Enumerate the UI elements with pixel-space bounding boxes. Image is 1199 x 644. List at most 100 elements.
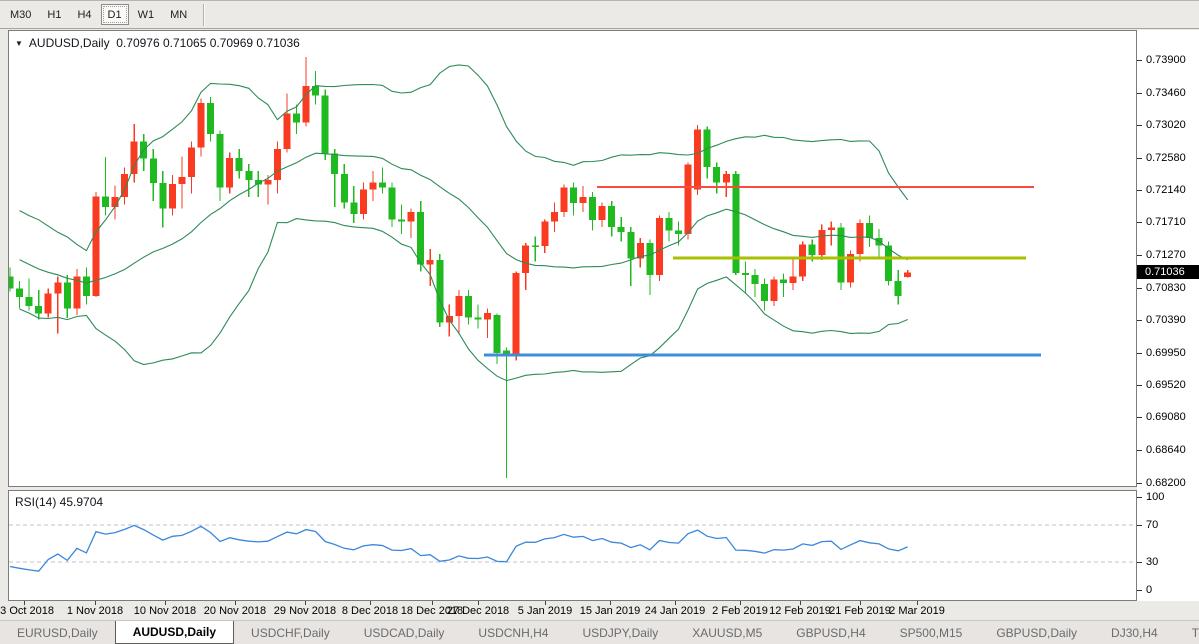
candle-body [742,273,749,275]
rsi-indicator-pane[interactable]: RSI(14) 45.9704 [8,490,1137,601]
price-axis-tickmark [1137,353,1142,354]
candlestick-chart[interactable] [9,31,1136,486]
chart-title-ohlc: 0.70976 0.71065 0.70969 0.71036 [116,36,300,50]
candle-body [150,159,157,183]
candle-body [226,158,233,188]
candle-body [656,218,663,275]
candle-body [83,276,90,295]
price-axis-tickmark [1137,158,1142,159]
date-axis-label: 10 Nov 2018 [125,605,205,617]
candle-body [675,231,682,235]
candle-body [417,212,424,265]
candle-body [178,177,185,184]
price-axis-label: 0.72580 [1146,152,1186,164]
candle-body [799,245,806,277]
date-axis[interactable]: 23 Oct 20181 Nov 201810 Nov 201820 Nov 2… [0,601,1199,620]
chart-tab-audusd[interactable]: AUDUSD,Daily [115,621,234,644]
chart-tab-tech100[interactable]: TECH100,H1 [1175,621,1199,644]
price-chart-pane[interactable]: ▼ AUDUSD,Daily 0.70976 0.71065 0.70969 0.… [8,30,1137,487]
date-axis-label: 2 Mar 2019 [877,605,957,617]
price-axis-label: 0.72140 [1146,184,1186,196]
candle-body [856,223,863,254]
candle-body [264,180,271,184]
candle-body [904,272,911,276]
chart-tab-bar: EURUSD,DailyAUDUSD,DailyUSDCHF,DailyUSDC… [0,620,1199,644]
candle-body [895,281,902,296]
chart-title: ▼ AUDUSD,Daily 0.70976 0.71065 0.70969 0.… [15,36,300,50]
candle-body [436,260,443,322]
price-axis-tickmark [1137,288,1142,289]
candle-body [560,188,567,212]
chart-tab-xauusd[interactable]: XAUUSD,M5 [675,621,779,644]
candle-body [627,232,634,259]
candle-body [713,167,720,183]
price-axis-label: 0.70830 [1146,282,1186,294]
rsi-axis-tickmark [1137,562,1142,563]
candle-body [570,188,577,204]
price-axis-label: 0.69080 [1146,411,1186,423]
timeframe-button-m30[interactable]: M30 [3,4,38,25]
chart-tab-sp500[interactable]: SP500,M15 [883,621,980,644]
date-axis-label: 1 Nov 2018 [55,605,135,617]
price-axis-tickmark [1137,60,1142,61]
price-axis-label: 0.68640 [1146,444,1186,456]
candle-body [131,142,138,175]
candle-body [379,182,386,187]
price-axis-tickmark [1137,190,1142,191]
candle-body [818,230,825,255]
candle-body [360,190,367,214]
price-axis-label: 0.73020 [1146,119,1186,131]
candle-body [685,165,692,235]
chart-tab-usdcad[interactable]: USDCAD,Daily [347,621,462,644]
price-axis-tickmark [1137,125,1142,126]
chart-tab-dj30[interactable]: DJ30,H4 [1094,621,1175,644]
rsi-axis-tickmark [1137,497,1142,498]
price-axis-tickmark [1137,222,1142,223]
candle-body [484,313,491,320]
candle-body [790,276,797,283]
candle-body [646,243,653,275]
candle-body [188,147,195,177]
candle-body [322,96,329,154]
chart-tab-usdcnh[interactable]: USDCNH,H4 [461,621,565,644]
candle-body [102,196,109,206]
chart-tab-eurusd[interactable]: EURUSD,Daily [0,621,115,644]
rsi-line [10,525,908,571]
candle-body [293,113,300,122]
chart-tab-usdchf[interactable]: USDCHF,Daily [234,621,347,644]
toolbar-separator [203,4,205,26]
timeframe-button-h4[interactable]: H4 [70,4,98,25]
rsi-axis-label: 0 [1146,584,1152,596]
chart-tab-gbpusd[interactable]: GBPUSD,H4 [779,621,882,644]
price-axis-label: 0.70390 [1146,314,1186,326]
rsi-chart[interactable] [9,491,1136,600]
price-axis-tickmark [1137,255,1142,256]
price-axis-tickmark [1137,93,1142,94]
timeframe-button-h1[interactable]: H1 [40,4,68,25]
candle-body [780,279,787,283]
chart-tab-gbpusd[interactable]: GBPUSD,Daily [979,621,1094,644]
candle-body [341,174,348,202]
chart-tab-usdjpy[interactable]: USDJPY,Daily [565,621,675,644]
candle-body [589,197,596,220]
chart-title-symbol: AUDUSD,Daily [29,36,110,50]
price-axis-label: 0.73900 [1146,54,1186,66]
timeframe-button-d1[interactable]: D1 [101,4,129,25]
rsi-axis-tickmark [1137,590,1142,591]
timeframe-button-mn[interactable]: MN [163,4,194,25]
rsi-axis-label: 100 [1146,491,1164,503]
symbol-dropdown-icon[interactable]: ▼ [15,39,23,48]
candle-body [350,202,357,214]
candle-body [207,103,214,134]
candle-body [618,227,625,232]
candle-body [599,206,606,220]
timeframe-button-w1[interactable]: W1 [131,4,162,25]
candle-body [828,228,835,230]
candle-body [389,188,396,220]
price-axis-label: 0.69950 [1146,347,1186,359]
price-axis[interactable]: 0.71036 0.739000.734600.730200.725800.72… [1137,30,1199,601]
candle-body [245,171,252,180]
price-axis-tickmark [1137,417,1142,418]
candle-body [513,273,520,355]
candle-body [217,134,224,187]
